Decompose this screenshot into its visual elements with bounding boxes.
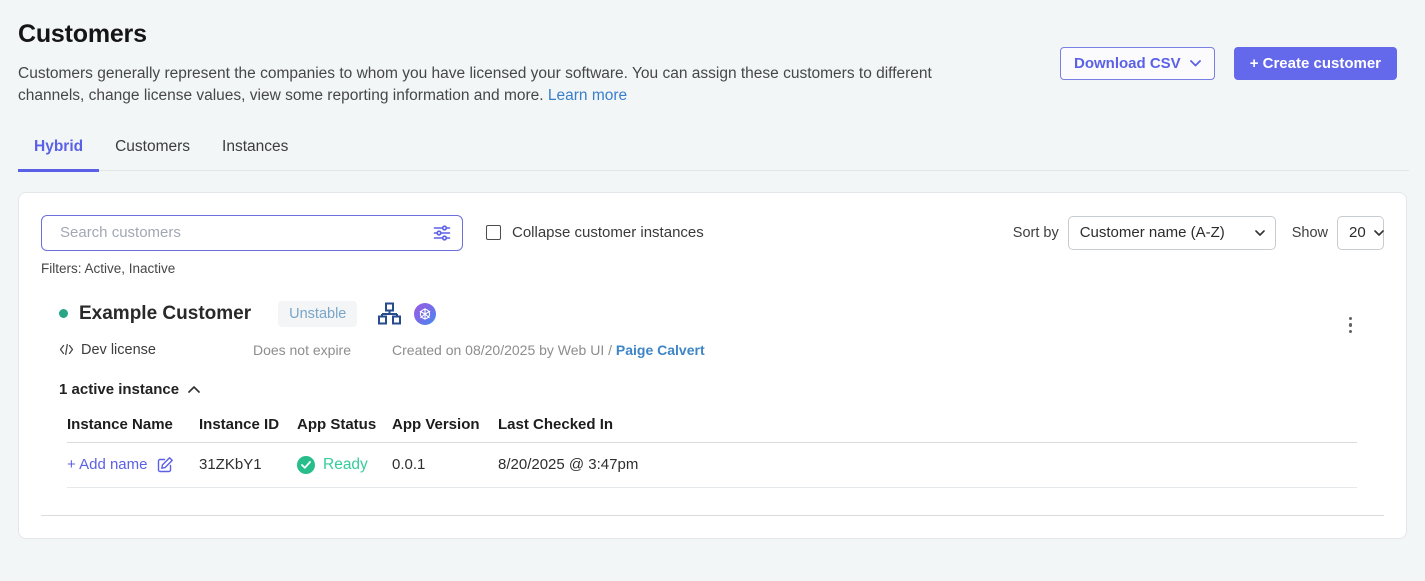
org-hierarchy-icon xyxy=(378,302,401,325)
search-input[interactable] xyxy=(41,215,463,251)
instances-table: Instance Name Instance ID App Status App… xyxy=(67,416,1357,488)
col-last-checked-in: Last Checked In xyxy=(498,416,1357,433)
page-header: Customers Customers generally represent … xyxy=(0,0,1425,108)
col-instance-name: Instance Name xyxy=(67,416,199,433)
edit-pencil-icon xyxy=(157,456,174,473)
learn-more-link[interactable]: Learn more xyxy=(548,87,627,104)
chevron-down-icon xyxy=(1190,60,1201,67)
code-brackets-icon xyxy=(59,343,74,356)
license-type-label: Dev license xyxy=(81,342,156,358)
channel-badge: Unstable xyxy=(278,301,357,327)
card-bottom-divider xyxy=(41,515,1384,516)
collapse-instances-checkbox[interactable] xyxy=(486,225,501,240)
add-instance-name-button[interactable]: + Add name xyxy=(67,456,199,473)
app-version-cell: 0.0.1 xyxy=(392,456,498,473)
license-expiry: Does not expire xyxy=(253,342,351,358)
show-select[interactable]: 20 xyxy=(1337,216,1384,250)
create-customer-button[interactable]: + Create customer xyxy=(1234,47,1397,80)
page-description-text: Customers generally represent the compan… xyxy=(18,65,932,104)
sort-by-label: Sort by xyxy=(1013,225,1059,241)
instances-table-header: Instance Name Instance ID App Status App… xyxy=(67,416,1357,443)
license-type: Dev license xyxy=(59,342,156,358)
instances-summary-toggle[interactable]: 1 active instance xyxy=(59,381,1384,398)
tab-bar: Hybrid Customers Instances xyxy=(18,138,1409,171)
sort-by-value: Customer name (A-Z) xyxy=(1080,224,1225,241)
customer-actions-menu-icon[interactable] xyxy=(1345,313,1357,338)
chevron-down-icon xyxy=(1374,230,1384,236)
chevron-up-icon xyxy=(188,386,200,393)
collapse-instances-label: Collapse customer instances xyxy=(512,224,704,241)
add-name-label: + Add name xyxy=(67,456,147,473)
chevron-down-icon xyxy=(1255,230,1265,236)
app-status-cell: Ready xyxy=(297,456,392,474)
tab-customers[interactable]: Customers xyxy=(99,138,206,170)
customers-panel: Collapse customer instances Sort by Cust… xyxy=(18,192,1407,539)
instances-summary-label: 1 active instance xyxy=(59,381,179,398)
customer-status-dot-icon xyxy=(59,309,68,318)
instance-id-cell: 31ZKbY1 xyxy=(199,456,297,473)
show-label: Show xyxy=(1292,225,1328,241)
filter-sliders-icon[interactable] xyxy=(432,223,452,248)
app-status-text: Ready xyxy=(323,456,368,474)
active-filters-note: Filters: Active, Inactive xyxy=(41,261,1384,276)
col-app-status: App Status xyxy=(297,416,392,433)
collapse-instances-control: Collapse customer instances xyxy=(486,224,704,241)
ready-check-icon xyxy=(297,456,315,474)
toolbar: Collapse customer instances Sort by Cust… xyxy=(41,215,1384,251)
download-csv-label: Download CSV xyxy=(1074,55,1181,72)
search-wrap xyxy=(41,215,463,251)
customer-name[interactable]: Example Customer xyxy=(79,303,251,325)
sort-by-select[interactable]: Customer name (A-Z) xyxy=(1068,216,1276,250)
last-checked-in-cell: 8/20/2025 @ 3:47pm xyxy=(498,456,1357,473)
created-info-text: Created on 08/20/2025 by Web UI / xyxy=(392,342,612,358)
page-description: Customers generally represent the compan… xyxy=(18,63,983,108)
table-row: + Add name 31ZKbY1 Ready 0.0.1 8/20/2025… xyxy=(67,443,1357,488)
download-csv-button[interactable]: Download CSV xyxy=(1060,47,1215,80)
tab-hybrid[interactable]: Hybrid xyxy=(18,138,99,172)
created-info: Created on 08/20/2025 by Web UI / Paige … xyxy=(392,342,705,358)
customer-header-row: Example Customer Unstable xyxy=(59,301,1384,327)
show-value: 20 xyxy=(1349,224,1366,241)
page-title: Customers xyxy=(18,20,1397,49)
tab-instances[interactable]: Instances xyxy=(206,138,304,170)
col-instance-id: Instance ID xyxy=(199,416,297,433)
license-row: Dev license Does not expire Created on 0… xyxy=(59,342,1384,358)
col-app-version: App Version xyxy=(392,416,498,433)
header-actions: Download CSV + Create customer xyxy=(1060,47,1397,80)
kubernetes-icon xyxy=(414,303,436,325)
created-by-link[interactable]: Paige Calvert xyxy=(616,342,705,358)
